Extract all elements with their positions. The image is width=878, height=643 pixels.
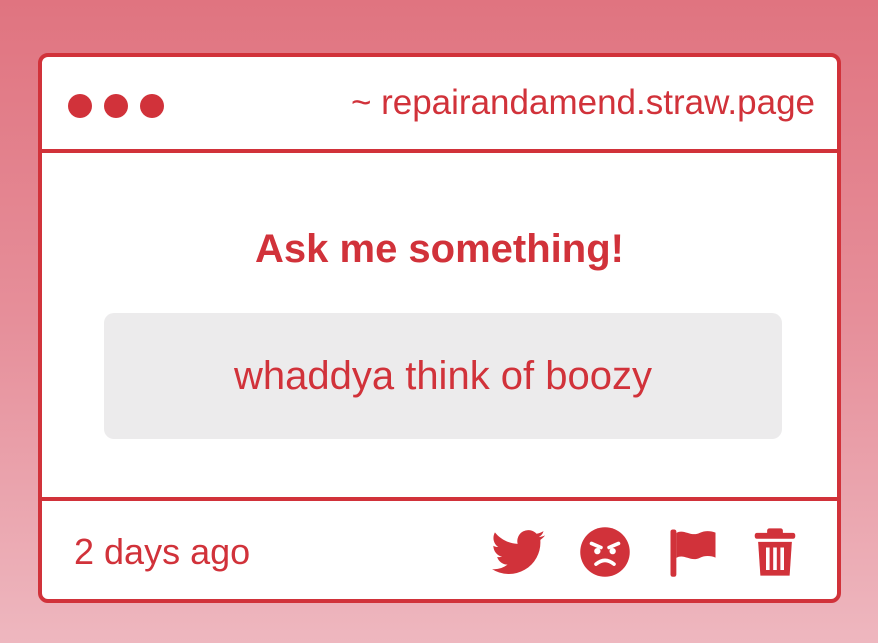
ask-card: Ask me something! whaddya think of boozy bbox=[42, 153, 837, 501]
flag-icon[interactable] bbox=[666, 525, 720, 579]
angry-face-icon[interactable] bbox=[578, 525, 632, 579]
window-controls bbox=[68, 94, 164, 118]
title-bar: ~ repairandamend.straw.page bbox=[42, 57, 837, 153]
window-dot-1 bbox=[68, 94, 92, 118]
card-footer: 2 days ago bbox=[42, 497, 837, 599]
question-text: whaddya think of boozy bbox=[104, 313, 782, 439]
window-dot-2 bbox=[104, 94, 128, 118]
window-dot-3 bbox=[140, 94, 164, 118]
browser-window: ~ repairandamend.straw.page Ask me somet… bbox=[38, 53, 841, 603]
twitter-bird-icon[interactable] bbox=[492, 525, 546, 579]
timestamp: 2 days ago bbox=[74, 531, 251, 572]
page-url[interactable]: ~ repairandamend.straw.page bbox=[351, 83, 815, 123]
page-title: Ask me something! bbox=[255, 227, 624, 271]
trash-icon[interactable] bbox=[748, 525, 802, 579]
